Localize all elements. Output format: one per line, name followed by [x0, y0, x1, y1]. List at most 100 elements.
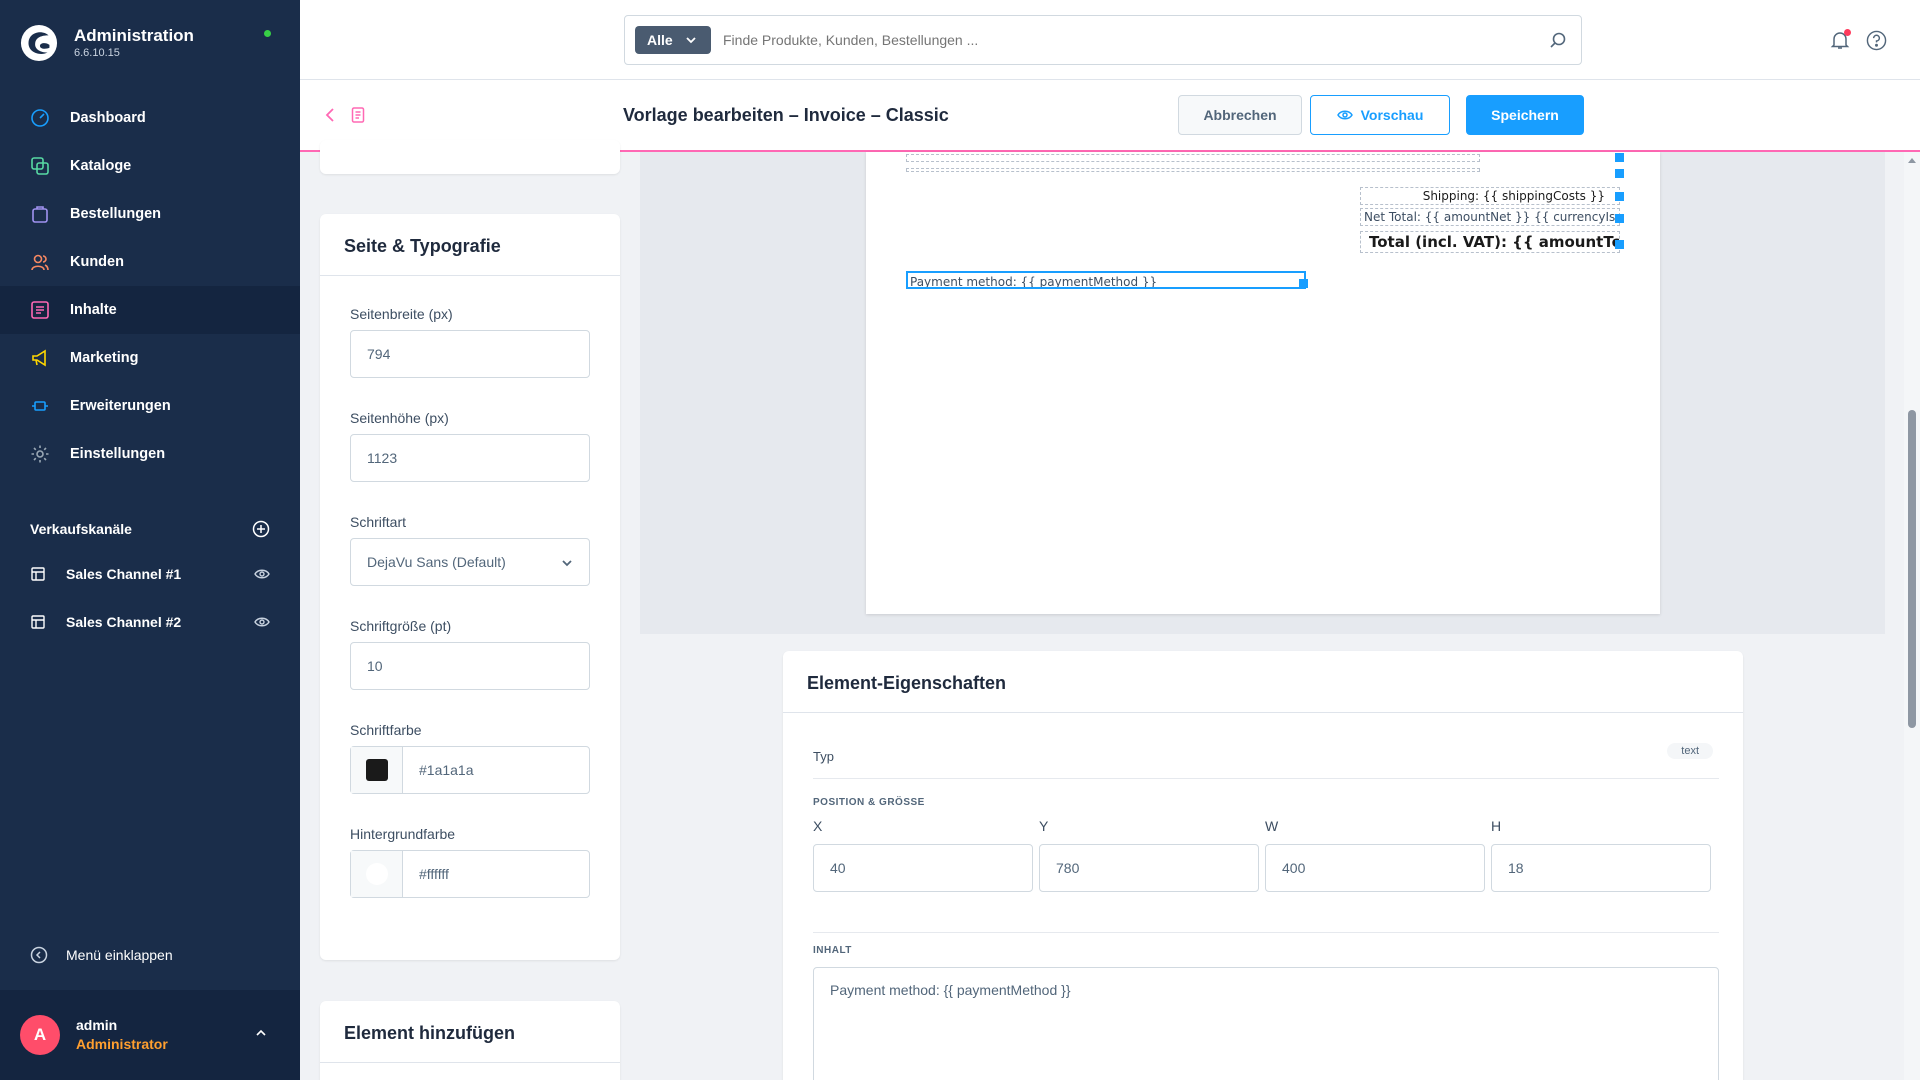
content-textarea[interactable]: Payment method: {{ paymentMethod }} [813, 967, 1719, 1080]
font-select[interactable]: DejaVu Sans (Default) [350, 538, 590, 586]
eye-icon[interactable] [254, 614, 270, 630]
preview-button[interactable]: Vorschau [1310, 95, 1450, 135]
marketing-icon [32, 349, 46, 367]
chevron-down-icon [562, 560, 572, 567]
document-page[interactable]: Shipping: {{ shippingCosts }} Net Total:… [866, 152, 1660, 614]
font-size-input[interactable]: 10 [350, 642, 590, 690]
font-color-label: Schriftfarbe [350, 722, 422, 738]
page-width-label: Seitenbreite (px) [350, 306, 453, 322]
font-size-label: Schriftgröße (pt) [350, 618, 452, 634]
chevron-up-icon[interactable] [254, 1026, 268, 1040]
nav-item-extensions[interactable]: Erweiterungen [0, 382, 300, 430]
sales-channels-header: Verkaufskanäle [30, 520, 270, 538]
customers-icon [31, 254, 49, 271]
canvas-element-payment-method[interactable]: Payment method: {{ paymentMethod }} [906, 271, 1306, 289]
nav-label: Einstellungen [70, 446, 166, 462]
resize-handle[interactable] [1615, 153, 1624, 162]
brand[interactable]: Administration 6.6.10.15 [20, 24, 194, 62]
sales-channel-item-2[interactable]: Sales Channel #2 [30, 610, 270, 634]
nav-label: Marketing [70, 350, 139, 366]
collapse-menu-button[interactable]: Menü einklappen [30, 946, 173, 964]
font-label: Schriftart [350, 514, 407, 530]
user-name: admin [76, 1017, 118, 1033]
back-arrow-icon[interactable] [322, 106, 338, 124]
color-swatch-button[interactable] [351, 747, 403, 793]
w-input[interactable]: 400 [1265, 844, 1485, 892]
resize-handle[interactable] [1615, 169, 1624, 178]
resize-handle[interactable] [1615, 214, 1624, 223]
color-swatch-button[interactable] [351, 851, 403, 897]
settings-icon [31, 445, 49, 463]
cancel-button[interactable]: Abbrechen [1178, 95, 1302, 135]
font-color-field[interactable]: #1a1a1a [350, 746, 590, 794]
nav-label: Kunden [70, 254, 124, 270]
resize-handle[interactable] [1615, 192, 1624, 201]
nav-item-catalogs[interactable]: Kataloge [0, 142, 300, 190]
user-bar[interactable]: A admin Administrator [0, 990, 300, 1080]
page-height-label: Seitenhöhe (px) [350, 410, 449, 426]
scrollbar-thumb[interactable] [1908, 410, 1916, 728]
nav-label: Inhalte [70, 302, 117, 318]
help-icon[interactable] [1866, 30, 1887, 51]
search-input[interactable] [723, 26, 1523, 54]
canvas-element-shipping[interactable]: Shipping: {{ shippingCosts }} [1360, 187, 1620, 205]
position-size-caption: POSITION & GRÖSSE [813, 797, 925, 808]
bg-color-value: #ffffff [419, 866, 449, 882]
nav-item-content[interactable]: Inhalte [0, 286, 300, 334]
nav-item-dashboard[interactable]: Dashboard [0, 94, 300, 142]
previous-card [320, 140, 620, 174]
page-width-input[interactable]: 794 [350, 330, 590, 378]
notification-badge [1844, 29, 1851, 36]
content-caption: INHALT [813, 945, 852, 956]
element-outline[interactable] [906, 154, 1480, 162]
eye-icon[interactable] [254, 566, 270, 582]
resize-handle[interactable] [1615, 240, 1624, 249]
collapse-label: Menü einklappen [66, 947, 173, 963]
h-label: H [1491, 818, 1502, 834]
save-button[interactable]: Speichern [1466, 95, 1584, 135]
top-header: Alle [300, 0, 1920, 80]
add-sales-channel-icon[interactable] [252, 520, 270, 538]
scroll-up-arrow-icon[interactable] [1907, 156, 1917, 164]
divider [813, 932, 1719, 933]
canvas-element-total[interactable]: Total (incl. VAT): {{ amountTotal }} [1360, 231, 1620, 253]
sidebar: Administration 6.6.10.15 Dashboard Katal… [0, 0, 300, 1080]
page-typography-card: Seite & Typografie Seitenbreite (px) 794… [320, 214, 620, 960]
global-search: Alle [624, 15, 1582, 65]
orders-icon [32, 206, 48, 223]
nav-label: Bestellungen [70, 206, 162, 222]
canvas-area: Shipping: {{ shippingCosts }} Net Total:… [640, 152, 1885, 634]
page-height-input[interactable]: 1123 [350, 434, 590, 482]
sales-channel-item-1[interactable]: Sales Channel #1 [30, 562, 270, 586]
element-outline[interactable] [906, 168, 1480, 172]
nav-item-marketing[interactable]: Marketing [0, 334, 300, 382]
search-type-select[interactable]: Alle [635, 26, 711, 54]
h-input[interactable]: 18 [1491, 844, 1711, 892]
nav-item-settings[interactable]: Einstellungen [0, 430, 300, 478]
resize-handle[interactable] [1299, 279, 1308, 288]
search-type-label: Alle [647, 32, 673, 48]
main-nav: Dashboard Kataloge Bestellungen Kunden I… [0, 94, 300, 478]
storefront-icon [31, 615, 45, 629]
x-label: X [813, 818, 823, 834]
w-label: W [1265, 818, 1279, 834]
nav-label: Erweiterungen [70, 398, 171, 414]
search-icon[interactable] [1549, 31, 1567, 49]
nav-item-orders[interactable]: Bestellungen [0, 190, 300, 238]
card-title: Seite & Typografie [320, 214, 620, 276]
x-input[interactable]: 40 [813, 844, 1033, 892]
font-color-value: #1a1a1a [419, 762, 474, 778]
y-input[interactable]: 780 [1039, 844, 1259, 892]
app-title: Administration [74, 26, 194, 45]
type-label: Typ [813, 749, 834, 764]
card-title: Element hinzufügen [320, 1001, 620, 1063]
canvas-element-net-total[interactable]: Net Total: {{ amountNet }} {{ currencyIs… [1360, 208, 1620, 226]
catalog-icon [31, 157, 49, 175]
element-type-row: Typ text [813, 743, 1719, 779]
nav-label: Kataloge [70, 158, 132, 174]
eye-icon [1336, 110, 1353, 120]
document-icon [351, 107, 365, 123]
nav-item-customers[interactable]: Kunden [0, 238, 300, 286]
bg-color-field[interactable]: #ffffff [350, 850, 590, 898]
dashboard-icon [31, 109, 49, 127]
